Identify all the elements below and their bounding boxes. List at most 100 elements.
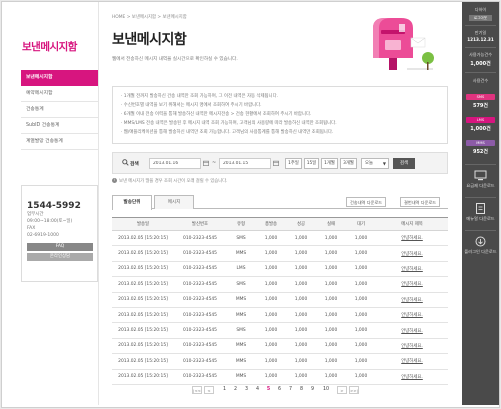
page-subtitle: 웹에서 전송하신 메시지 내역을 실시간으로 확인하실 수 있습니다. bbox=[112, 57, 238, 62]
page-link[interactable]: 3 bbox=[242, 386, 251, 394]
notice-item: 1개월 전까지 발송하신 건송 내역만 조회 가능하며, 그 이전 내역은 자동… bbox=[121, 92, 439, 101]
column-header: 대기 bbox=[346, 217, 376, 231]
sidebar-item-reserved-messages[interactable]: 예약메시지함 bbox=[21, 86, 98, 102]
cs-phone: 1544-5992 bbox=[27, 201, 81, 211]
table-cell: 1,000 bbox=[256, 322, 286, 339]
table-cell: 2013.02.05 [15:20:15] bbox=[112, 276, 174, 293]
tab-message[interactable]: 메시지 bbox=[154, 195, 194, 209]
last-page-button[interactable]: >>| bbox=[349, 386, 359, 394]
table-row: 2013.02.05 [15:20:15] 010-2323-4545 MMS 1,0… bbox=[112, 292, 448, 308]
calendar-icon[interactable] bbox=[203, 160, 209, 166]
table-cell: 1,000 bbox=[316, 353, 346, 370]
sms-count: 579건 bbox=[472, 103, 489, 109]
online-consult-button[interactable]: 온라인상담 bbox=[27, 253, 93, 261]
table-cell: 1,000 bbox=[286, 276, 316, 293]
table-cell: LMS bbox=[226, 261, 256, 278]
table-cell: 1,000 bbox=[256, 307, 286, 324]
prev-page-button[interactable]: < bbox=[204, 386, 214, 394]
table-cell: 1,000 bbox=[256, 261, 286, 278]
search-hint-text: 보낸 메시지가 많을 경우 조회 시간이 오래 걸릴 수 있습니다. bbox=[119, 179, 228, 184]
first-page-button[interactable]: |<< bbox=[192, 386, 202, 394]
page-link-current[interactable]: 5 bbox=[264, 386, 273, 394]
table-row: 2013.02.05 [15:20:15] 010-2323-4545 MMS 1,0… bbox=[112, 369, 448, 385]
usage-unit: 건 bbox=[486, 61, 491, 67]
plugin-download-icon[interactable] bbox=[474, 236, 487, 247]
cs-fax-label: FAX bbox=[27, 226, 36, 231]
manual-download-icon[interactable] bbox=[474, 203, 487, 214]
page-link[interactable]: 10 bbox=[320, 386, 332, 394]
table-cell: 010-2323-4545 bbox=[174, 261, 226, 278]
left-sidebar: 보낸메시지함 보낸메시지함 예약메시지함 건송통계 SubID 건송통계 계열발… bbox=[2, 2, 99, 405]
period-15day-button[interactable]: 15일 bbox=[304, 158, 319, 169]
message-title-link[interactable]: 안녕하세요. bbox=[376, 353, 448, 370]
tab-send-unit[interactable]: 발송단위 bbox=[112, 195, 152, 210]
date-from-input[interactable] bbox=[149, 158, 201, 169]
table-cell: 1,000 bbox=[316, 369, 346, 385]
table-cell: 010-2323-4545 bbox=[174, 307, 226, 324]
mailbox-illustration bbox=[373, 18, 434, 70]
period-3month-button[interactable]: 3개월 bbox=[340, 158, 357, 169]
message-title-link[interactable]: 안녕하세요. bbox=[376, 245, 448, 262]
table-cell: MMS bbox=[226, 245, 256, 262]
table-cell: 1,000 bbox=[346, 245, 376, 262]
page-link[interactable]: 2 bbox=[231, 386, 240, 394]
right-account-panel: 다하이 로그아웃 만기일 1213.12.31 사용가능건수 1,000건 사용… bbox=[462, 2, 499, 405]
message-title-link[interactable]: 안녕하세요. bbox=[376, 276, 448, 293]
page-link[interactable]: 8 bbox=[297, 386, 306, 394]
sidebar-item-group-statistics[interactable]: 계열발망 건송통계 bbox=[21, 134, 98, 150]
notice-item: 수신번호별 내역을 보기 위해서는 메시지 명에서 조회하여 주시기 바랍니다. bbox=[121, 101, 439, 110]
table-cell: 1,000 bbox=[346, 292, 376, 308]
table-cell: MMS bbox=[226, 338, 256, 355]
page-link[interactable]: 9 bbox=[308, 386, 317, 394]
sidebar-item-statistics[interactable]: 건송통계 bbox=[21, 102, 98, 118]
message-title-link[interactable]: 안녕하세요. bbox=[376, 322, 448, 339]
column-header: 메시지 제목 bbox=[376, 217, 448, 231]
monitor-download-icon[interactable] bbox=[474, 170, 487, 181]
range-select[interactable]: 오늘 ▼ bbox=[361, 158, 389, 169]
table-cell: 2013.02.05 [15:20:15] bbox=[112, 261, 174, 278]
table-cell: 1,000 bbox=[286, 353, 316, 370]
calendar-icon[interactable] bbox=[273, 160, 279, 166]
period-1week-button[interactable]: 1주일 bbox=[285, 158, 302, 169]
usage-number: 1,000 bbox=[470, 61, 487, 67]
table-cell: 1,000 bbox=[346, 261, 376, 278]
logout-button[interactable]: 로그아웃 bbox=[469, 15, 492, 21]
search-button[interactable]: 검색 bbox=[393, 158, 415, 169]
column-header: 성공 bbox=[286, 217, 316, 231]
table-row: 2013.02.05 [15:20:15] 010-2323-4545 LMS 1,0… bbox=[112, 261, 448, 278]
sidebar-item-sent-messages[interactable]: 보낸메시지함 bbox=[21, 70, 98, 86]
message-title-link[interactable]: 안녕하세요. bbox=[376, 261, 448, 278]
expire-label: 만기일 bbox=[474, 30, 487, 35]
period-1month-button[interactable]: 1개월 bbox=[321, 158, 338, 169]
date-separator: ~ bbox=[212, 160, 217, 166]
download-send-history-button[interactable]: 건송내역 다운로드 bbox=[346, 197, 387, 207]
search-bar: 검색 ~ 1주일 15일 1개월 3개월 오늘 ▼ 검색 bbox=[112, 152, 448, 174]
download-missing-history-button[interactable]: 결번내역 다운로드 bbox=[400, 197, 441, 207]
message-title-link[interactable]: 안녕하세요. bbox=[376, 307, 448, 324]
column-header: 유형 bbox=[226, 217, 256, 231]
table-cell: 010-2323-4545 bbox=[174, 245, 226, 262]
table-cell: 1,000 bbox=[256, 230, 286, 247]
table-cell: 1,000 bbox=[256, 276, 286, 293]
faq-button[interactable]: FAQ bbox=[27, 243, 93, 251]
date-to-input[interactable] bbox=[219, 158, 271, 169]
table-cell: 1,000 bbox=[286, 369, 316, 385]
message-title-link[interactable]: 안녕하세요. bbox=[376, 292, 448, 308]
page-link[interactable]: 4 bbox=[253, 386, 262, 394]
sidebar-item-subid-statistics[interactable]: SubID 건송통계 bbox=[21, 118, 98, 134]
table-cell: 010-2323-4545 bbox=[174, 276, 226, 293]
message-title-link[interactable]: 안녕하세요. bbox=[376, 338, 448, 355]
page-link[interactable]: 1 bbox=[220, 386, 229, 394]
manual-download-link[interactable]: 메뉴얼 다운로드 bbox=[462, 216, 499, 222]
page-link[interactable]: 6 bbox=[275, 386, 284, 394]
table-cell: 1,000 bbox=[286, 230, 316, 247]
message-title-link[interactable]: 안녕하세요. bbox=[376, 369, 448, 385]
next-page-button[interactable]: > bbox=[337, 386, 347, 394]
breadcrumb: HOME > 보낸메시지함 > 보낸메시지함 bbox=[112, 15, 187, 20]
plugin-download-link[interactable]: 플러그인 다운로드 bbox=[462, 249, 499, 255]
page-link[interactable]: 7 bbox=[286, 386, 295, 394]
lms-count: 1,000건 bbox=[470, 126, 491, 132]
table-cell: 1,000 bbox=[286, 261, 316, 278]
message-title-link[interactable]: 안녕하세요. bbox=[376, 230, 448, 247]
pricing-download-link[interactable]: 요금제 다운로드 bbox=[462, 183, 499, 189]
